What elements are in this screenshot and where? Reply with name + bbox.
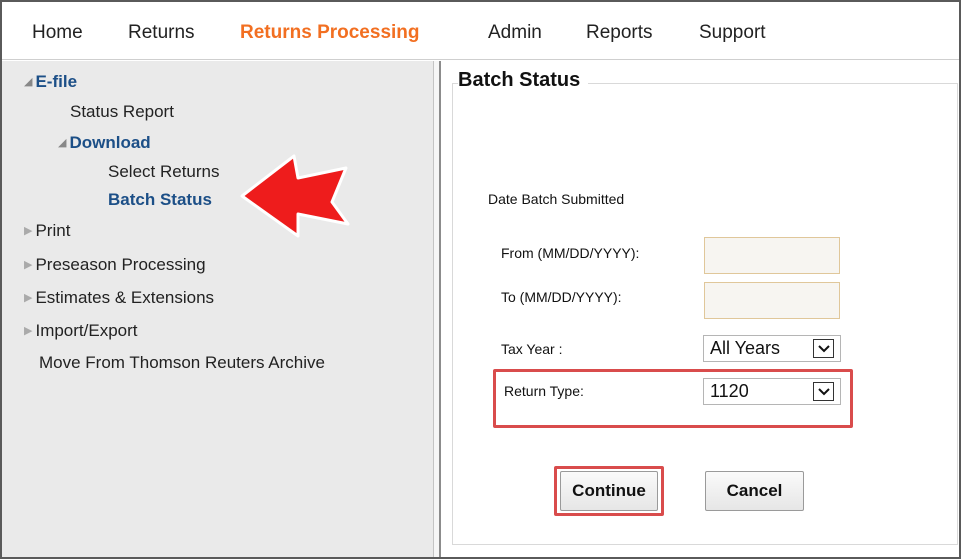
panel-splitter[interactable] [433,61,441,557]
tree-label-print: Print [35,221,71,240]
red-arrow-annotation [240,154,350,238]
expanded-triangle-icon[interactable]: ◢ [24,75,32,88]
collapsed-triangle-icon[interactable]: ▶ [24,224,32,237]
chevron-down-icon[interactable] [813,382,834,401]
nav-home[interactable]: Home [32,22,83,44]
tax-year-value: All Years [710,338,781,358]
from-date-input[interactable] [704,237,840,274]
sidebar: ◢ E-file Status Report ◢ Download Select R… [2,61,433,557]
tree-item-preseason[interactable]: ▶ Preseason Processing [24,255,206,275]
tree-label-batch-status: Batch Status [108,190,212,209]
tree-item-print[interactable]: ▶ Print [24,221,70,241]
chevron-down-icon[interactable] [813,339,834,358]
tree-label-status-report: Status Report [70,102,174,121]
return-type-value: 1120 [710,381,749,401]
nav-support[interactable]: Support [699,22,766,44]
tree-item-status-report[interactable]: Status Report [70,102,174,122]
page-title: Batch Status [458,69,589,92]
tree-item-download[interactable]: ◢ Download [58,133,151,153]
tax-year-select[interactable]: All Years [703,335,841,362]
tree-label-download: Download [69,133,151,152]
return-type-label: Return Type: [504,383,584,399]
from-date-label: From (MM/DD/YYYY): [501,245,640,261]
tree-item-efile[interactable]: ◢ E-file [24,72,77,92]
cancel-button[interactable]: Cancel [705,471,804,511]
tree-item-import-export[interactable]: ▶ Import/Export [24,321,138,341]
to-date-input[interactable] [704,282,840,319]
tree-item-estimates[interactable]: ▶ Estimates & Extensions [24,288,214,308]
tax-year-label: Tax Year : [501,341,563,357]
tree-item-select-returns[interactable]: Select Returns [108,162,220,182]
collapsed-triangle-icon[interactable]: ▶ [24,258,32,271]
nav-returns-processing[interactable]: Returns Processing [240,22,420,44]
tree-item-batch-status[interactable]: Batch Status [108,190,212,210]
collapsed-triangle-icon[interactable]: ▶ [24,291,32,304]
tree-label-efile: E-file [35,72,78,91]
tree-label-move-archive: Move From Thomson Reuters Archive [39,353,325,372]
return-type-select[interactable]: 1120 [703,378,841,405]
to-date-label: To (MM/DD/YYYY): [501,289,622,305]
tree-label-preseason: Preseason Processing [35,255,206,274]
nav-returns[interactable]: Returns [128,22,195,44]
tree-label-select-returns: Select Returns [108,162,220,181]
collapsed-triangle-icon[interactable]: ▶ [24,324,32,337]
tree-label-import-export: Import/Export [35,321,138,340]
expanded-triangle-icon[interactable]: ◢ [58,136,66,149]
tree-item-move-archive[interactable]: Move From Thomson Reuters Archive [39,353,325,373]
main-panel: Batch Status Date Batch Submitted From (… [444,61,959,557]
date-section-label: Date Batch Submitted [488,191,625,207]
top-nav: Home Returns Returns Processing Admin Re… [2,2,959,60]
nav-reports[interactable]: Reports [586,22,653,44]
continue-button[interactable]: Continue [560,471,658,511]
nav-admin[interactable]: Admin [488,22,542,44]
tree-label-estimates: Estimates & Extensions [35,288,215,307]
